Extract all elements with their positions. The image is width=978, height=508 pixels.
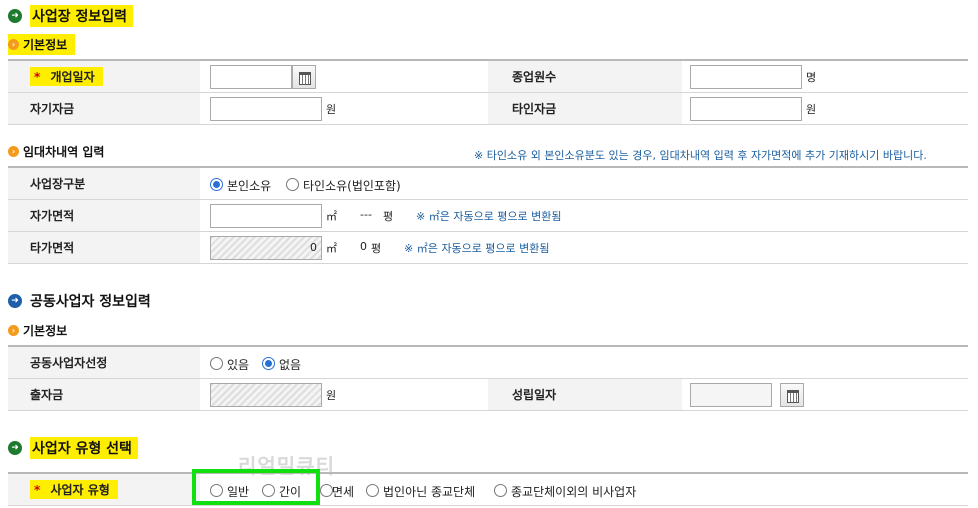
required-star: * [34,70,41,84]
table-row: 자기자금 원 타인자금 원 [8,93,968,125]
biz-type-nonbiz-radio[interactable] [494,484,507,497]
convert-note: ※ ㎡은 자동으로 평으로 변환됨 [416,210,562,223]
other-area-input: 0 [210,236,322,260]
establish-date-input [690,383,772,407]
green-arrow-icon: ➜ [8,9,22,23]
site-type-header: 사업장구분 [8,168,200,199]
employees-input[interactable] [690,65,802,89]
joint-table: 공동사업자선정 있음 없음 출자금 원 성립일자 [8,345,968,411]
opening-date-header: * 개업일자 [8,61,200,92]
calendar-icon[interactable] [292,65,316,89]
biz-type-religious-label: 법인아닌 종교단체 [383,485,476,499]
calendar-icon[interactable] [780,383,804,407]
biz-type-section-title: ➜ 사업자 유형 선택 [8,437,138,459]
orange-dot-icon: › [8,38,19,50]
orange-dot-icon: › [8,324,19,336]
pyeong-unit: 평 [383,210,394,223]
joint-no-radio[interactable] [262,357,275,370]
biz-type-nonbiz-label: 종교단체이외의 비사업자 [511,485,637,499]
employees-unit: 명 [806,71,817,84]
other-capital-input[interactable] [690,97,802,121]
own-area-input[interactable] [210,204,322,228]
investment-input [210,383,322,407]
opening-date-input[interactable] [210,65,292,89]
investment-unit: 원 [326,389,337,402]
site-type-own-label: 본인소유 [227,179,272,193]
other-area-header: 타가면적 [8,232,200,263]
joint-select-header: 공동사업자선정 [8,347,200,378]
site-type-other-label: 타인소유(법인포함) [303,179,401,193]
own-capital-unit: 원 [326,103,337,116]
blue-arrow-icon: ➜ [8,294,22,308]
other-area-unit: ㎡ [326,242,337,255]
business-info-table: * 개업일자 종업원수 명 자기자금 원 타인자금 원 [8,59,968,125]
business-info-section-title: ➜ 사업장 정보입력 [8,5,134,27]
joint-no-label: 없음 [279,358,302,372]
table-row: 자가면적 ㎡ --- 평 ※ ㎡은 자동으로 평으로 변환됨 [8,200,968,232]
site-type-other-radio[interactable] [286,178,299,191]
own-area-unit: ㎡ [326,210,337,223]
investment-header: 출자금 [8,379,200,410]
convert-note: ※ ㎡은 자동으로 평으로 변환됨 [404,242,550,255]
lease-notice: ※ 타인소유 외 본인소유분도 있는 경우, 임대차내역 입력 후 자가면적에 … [474,149,927,162]
table-row: 출자금 원 성립일자 [8,379,968,411]
biz-type-table: * 사업자 유형 일반 간이 면세 법인아닌 종교단체 종교단체이외의 비사업자 [8,472,968,506]
pyeong-unit: 평 [371,242,382,255]
table-row: 사업장구분 본인소유 타인소유(법인포함) [8,168,968,200]
joint-yes-label: 있음 [227,358,250,372]
required-star: * [34,483,41,497]
other-area-pyeong: 0 [360,240,367,253]
own-area-pyeong: --- [360,208,372,221]
joint-section-title: ➜ 공동사업자 정보입력 [8,290,151,312]
table-row: 공동사업자선정 있음 없음 [8,347,968,379]
lease-table: 사업장구분 본인소유 타인소유(법인포함) 자가면적 ㎡ --- 평 ※ ㎡은 … [8,166,968,264]
basic-info-subtitle: › 기본정보 [8,33,76,55]
lease-subtitle: › 임대차내역 입력 [8,142,104,160]
table-row: * 사업자 유형 일반 간이 면세 법인아닌 종교단체 종교단체이외의 비사업자 [8,474,968,506]
establish-date-header: 성립일자 [488,379,682,410]
orange-dot-icon: › [8,145,19,157]
biz-type-header: * 사업자 유형 [8,474,200,505]
selection-highlight-box [192,469,320,505]
joint-yes-radio[interactable] [210,357,223,370]
own-capital-input[interactable] [210,97,322,121]
employees-header: 종업원수 [488,61,682,92]
table-row: * 개업일자 종업원수 명 [8,61,968,93]
table-row: 타가면적 0 ㎡ 0 평 ※ ㎡은 자동으로 평으로 변환됨 [8,232,968,264]
own-area-header: 자가면적 [8,200,200,231]
other-capital-unit: 원 [806,103,817,116]
joint-basic-subtitle: › 기본정보 [8,321,67,339]
other-capital-header: 타인자금 [488,93,682,124]
site-type-own-radio[interactable] [210,178,223,191]
biz-type-exempt-label: 면세 [332,485,355,499]
biz-type-religious-radio[interactable] [366,484,379,497]
own-capital-header: 자기자금 [8,93,200,124]
green-arrow-icon: ➜ [8,441,22,455]
